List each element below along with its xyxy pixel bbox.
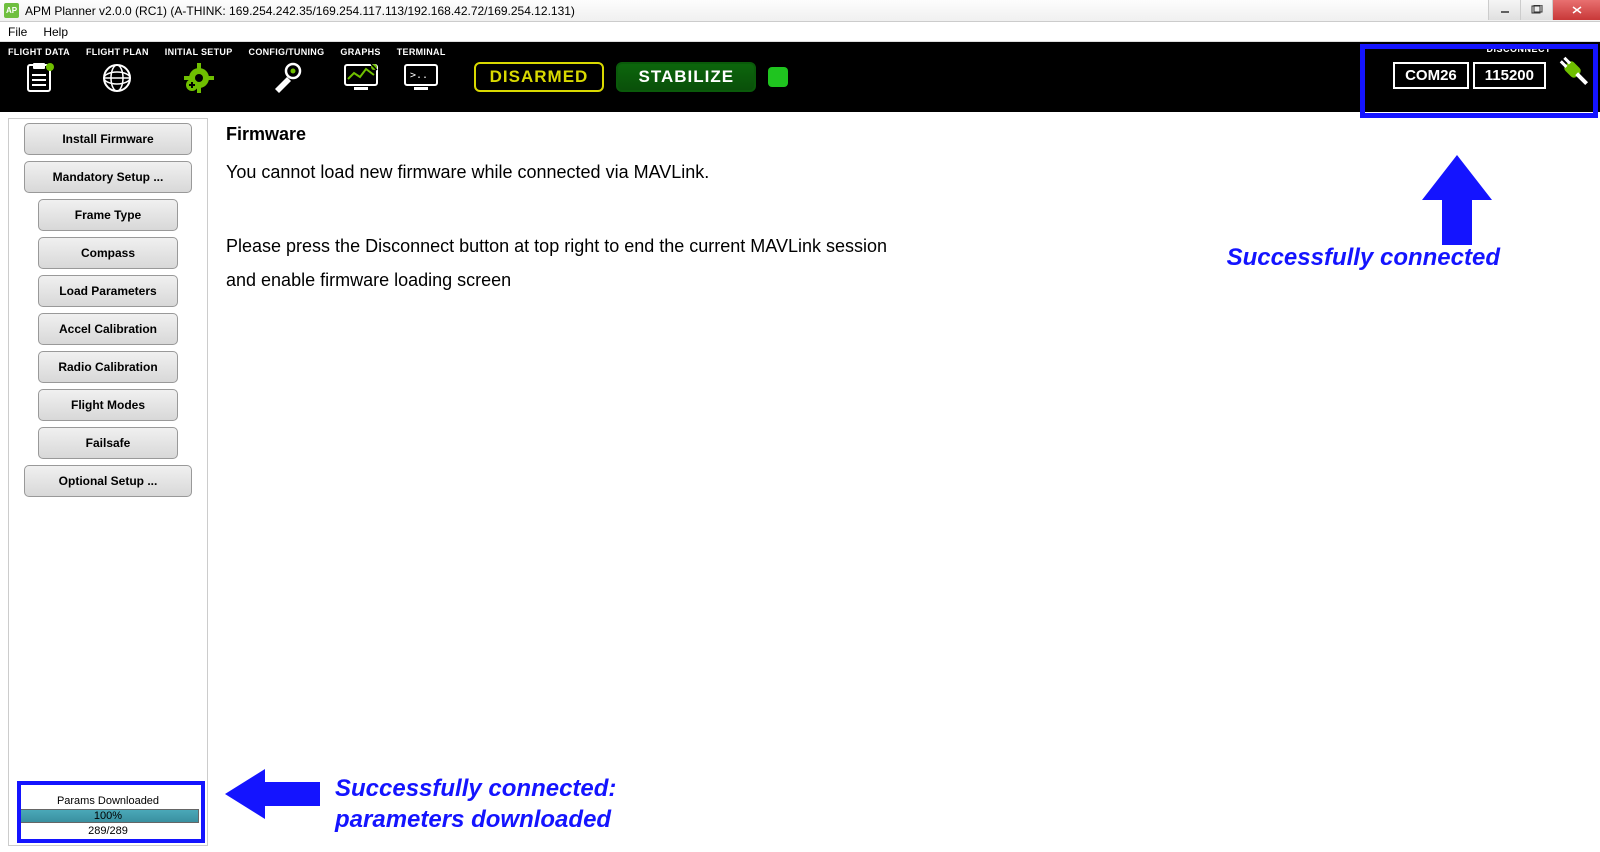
annotation-params-text: Successfully connected: parameters downl…: [335, 773, 616, 835]
com-port-field[interactable]: COM26: [1393, 62, 1469, 89]
maximize-button[interactable]: [1520, 0, 1552, 20]
window-controls: [1488, 0, 1600, 20]
clipboard-icon: [20, 59, 58, 97]
sidebar-failsafe[interactable]: Failsafe: [38, 427, 178, 459]
connection-panel: DISCONNECT COM26 115200: [1393, 44, 1596, 97]
gear-plus-icon: [180, 59, 218, 97]
monitor-graph-icon: [342, 59, 380, 97]
armed-status: DISARMED: [474, 62, 605, 92]
toolbar-flight-plan[interactable]: FLIGHT PLAN: [78, 42, 157, 112]
minimize-button[interactable]: [1488, 0, 1520, 20]
sidebar-radio-calibration[interactable]: Radio Calibration: [38, 351, 178, 383]
sidebar-optional-setup[interactable]: Optional Setup ...: [24, 465, 192, 497]
content-heading: Firmware: [226, 124, 1588, 145]
window-titlebar: AP APM Planner v2.0.0 (RC1) (A-THINK: 16…: [0, 0, 1600, 22]
flight-mode-status: STABILIZE: [616, 62, 756, 92]
led-indicator: [768, 67, 788, 87]
content-line1: You cannot load new firmware while conne…: [226, 155, 906, 189]
wrench-gear-icon: [267, 59, 305, 97]
globe-icon: [98, 59, 136, 97]
params-title: Params Downloaded: [17, 795, 199, 807]
toolbar-terminal[interactable]: TERMINAL >..: [389, 42, 454, 112]
toolbar-initial-setup[interactable]: INITIAL SETUP: [157, 42, 241, 112]
annotation-connected-text: Successfully connected: [1227, 244, 1500, 272]
sidebar: Install Firmware Mandatory Setup ... Fra…: [8, 118, 208, 846]
window-title: APM Planner v2.0.0 (RC1) (A-THINK: 169.2…: [25, 4, 575, 18]
menubar: File Help: [0, 22, 1600, 42]
sidebar-load-parameters[interactable]: Load Parameters: [38, 275, 178, 307]
menu-file[interactable]: File: [8, 25, 27, 39]
sidebar-accel-calibration[interactable]: Accel Calibration: [38, 313, 178, 345]
params-downloaded-panel: Params Downloaded 100% 289/289: [13, 791, 203, 841]
terminal-icon: >..: [402, 59, 440, 97]
sidebar-frame-type[interactable]: Frame Type: [38, 199, 178, 231]
toolbar-config-tuning[interactable]: CONFIG/TUNING: [241, 42, 333, 112]
sidebar-compass[interactable]: Compass: [38, 237, 178, 269]
toolbar-graphs[interactable]: GRAPHS: [332, 42, 388, 112]
disconnect-label: DISCONNECT: [1486, 44, 1551, 54]
annotation-arrow-left: [225, 769, 320, 824]
sidebar-mandatory-setup[interactable]: Mandatory Setup ...: [24, 161, 192, 193]
baud-rate-field[interactable]: 115200: [1473, 62, 1546, 89]
params-progress-text: 100%: [18, 810, 198, 822]
params-progress: 100%: [17, 809, 199, 823]
close-button[interactable]: [1552, 0, 1600, 20]
svg-text:>..: >..: [410, 70, 428, 81]
content-line2: Please press the Disconnect button at to…: [226, 229, 906, 297]
menu-help[interactable]: Help: [43, 25, 68, 39]
toolbar: FLIGHT DATA FLIGHT PLAN INITIAL SETUP CO…: [0, 42, 1600, 112]
plug-icon[interactable]: [1556, 54, 1596, 97]
sidebar-install-firmware[interactable]: Install Firmware: [24, 123, 192, 155]
app-icon: AP: [4, 3, 19, 18]
toolbar-flight-data[interactable]: FLIGHT DATA: [0, 42, 78, 112]
sidebar-flight-modes[interactable]: Flight Modes: [38, 389, 178, 421]
annotation-arrow-up: [1422, 155, 1492, 245]
params-count: 289/289: [17, 825, 199, 837]
status-group: DISARMED STABILIZE: [474, 42, 789, 112]
content-area: Firmware You cannot load new firmware wh…: [208, 112, 1600, 852]
